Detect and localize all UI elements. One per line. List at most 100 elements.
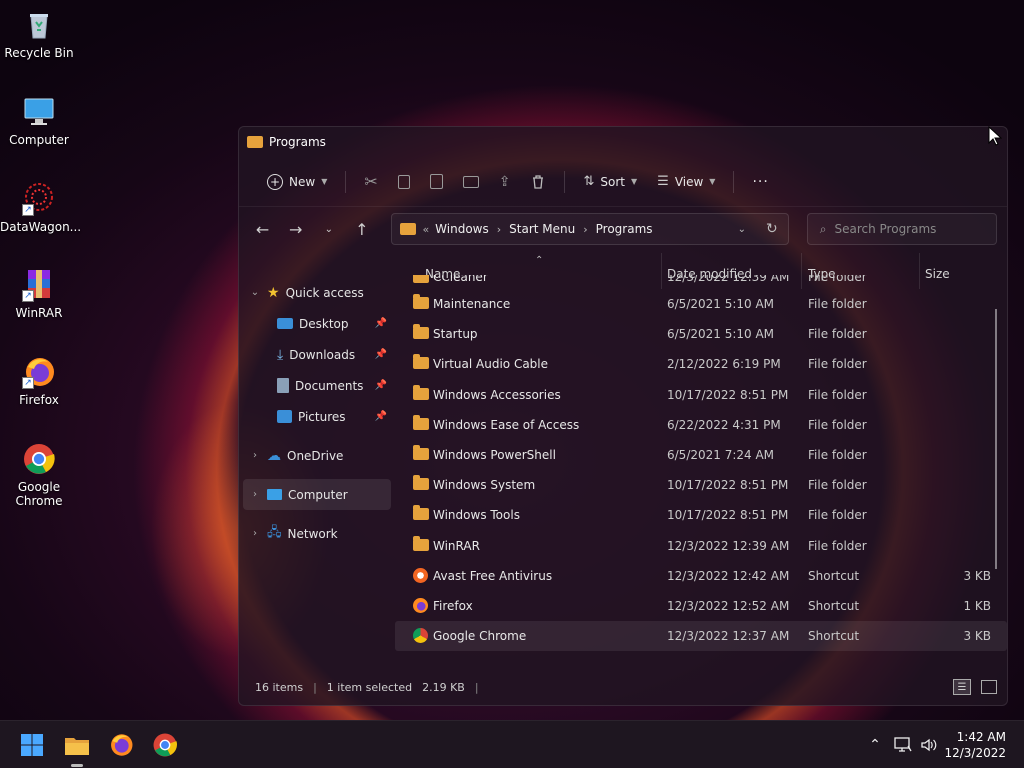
- details-view-button[interactable]: ☰: [953, 679, 971, 695]
- sidebar-item-computer[interactable]: › Computer: [243, 479, 391, 510]
- table-row[interactable]: Windows PowerShell 6/5/2021 7:24 AM File f…: [395, 440, 1007, 470]
- avast-icon: [413, 567, 428, 583]
- folder-icon: [413, 475, 429, 491]
- desktop-icon-recycle-bin[interactable]: Recycle Bin: [0, 8, 78, 60]
- paste-button[interactable]: [420, 166, 453, 198]
- taskbar-clock[interactable]: 1:42 AM 12/3/2022: [944, 729, 1006, 761]
- file-date: 6/5/2021 5:10 AM: [667, 327, 775, 342]
- taskbar-chrome[interactable]: [149, 729, 181, 761]
- volume-button[interactable]: [918, 729, 940, 761]
- taskbar-firefox[interactable]: [105, 729, 137, 761]
- mouse-cursor: [988, 126, 1002, 146]
- breadcrumb-programs[interactable]: Programs: [596, 222, 653, 236]
- up-button[interactable]: ↑: [348, 215, 375, 243]
- chevron-down-icon: ⌄: [324, 223, 333, 235]
- table-row[interactable]: Windows System 10/17/2022 8:51 PM File fol…: [395, 470, 1007, 500]
- file-explorer-window[interactable]: Programs + New ▼ ✂ ⇪ ⇅ Sort ▼ ☰ View ▼ ·…: [238, 126, 1008, 706]
- taskbar-file-explorer[interactable]: [61, 729, 93, 767]
- refresh-button[interactable]: ↻: [766, 221, 778, 237]
- address-dropdown-button[interactable]: ⌄: [738, 224, 746, 235]
- back-button[interactable]: ←: [249, 215, 276, 243]
- star-icon: ★: [267, 284, 280, 301]
- file-name: Virtual Audio Cable: [433, 357, 549, 372]
- arrow-left-icon: ←: [255, 219, 270, 239]
- title-bar[interactable]: Programs: [239, 127, 1007, 157]
- sidebar-label: Network: [287, 526, 338, 541]
- start-button[interactable]: [16, 729, 48, 761]
- file-date: 6/5/2021 5:10 AM: [667, 297, 775, 311]
- desktop-icon-winrar[interactable]: ↗ WinRAR: [0, 268, 78, 320]
- chevron-right-icon[interactable]: ›: [249, 489, 261, 500]
- sidebar-item-desktop[interactable]: Desktop 📌: [239, 308, 395, 339]
- table-row[interactable]: Maintenance 6/5/2021 5:10 AM File folder: [395, 289, 1007, 319]
- address-bar[interactable]: « Windows › Start Menu › Programs ⌄ ↻: [391, 213, 789, 245]
- desktop-icon-firefox[interactable]: ↗ Firefox: [0, 355, 78, 407]
- sidebar-item-documents[interactable]: Documents 📌: [239, 370, 395, 401]
- file-name: Maintenance: [433, 297, 511, 311]
- sort-button[interactable]: ⇅ Sort ▼: [573, 166, 647, 198]
- recent-locations-button[interactable]: ⌄: [315, 215, 342, 243]
- toolbar-divider: [564, 170, 566, 193]
- show-hidden-icons-button[interactable]: ⌃: [864, 729, 886, 761]
- table-row[interactable]: Startup 6/5/2021 5:10 AM File folder: [395, 319, 1007, 349]
- table-row[interactable]: CCleaner 12/3/2022 12:39 AM File folder: [395, 275, 1007, 289]
- search-input[interactable]: Search Programs: [834, 222, 936, 236]
- more-options-button[interactable]: ···: [742, 166, 778, 198]
- table-row[interactable]: Virtual Audio Cable 2/12/2022 6:19 PM File…: [395, 349, 1007, 379]
- sidebar-item-network[interactable]: › 🖧 Network: [239, 518, 395, 549]
- rename-button[interactable]: [453, 166, 489, 198]
- chevron-down-icon[interactable]: ⌄: [249, 287, 261, 298]
- view-button[interactable]: ☰ View ▼: [647, 166, 725, 198]
- desktop-icon-datawagon[interactable]: ↗ DataWagon...: [0, 182, 81, 234]
- network-status-button[interactable]: [892, 729, 914, 761]
- file-type: File folder: [808, 478, 867, 493]
- chevron-down-icon: ▼: [631, 177, 638, 186]
- table-row[interactable]: Google Chrome 12/3/2022 12:37 AM Shortcut 3…: [395, 621, 1007, 652]
- rename-icon: [462, 175, 479, 188]
- sidebar-item-pictures[interactable]: Pictures 📌: [239, 401, 395, 432]
- sidebar-item-quick-access[interactable]: ⌄ ★ Quick access: [239, 277, 395, 308]
- tiles-view-button[interactable]: [981, 680, 997, 694]
- file-size: 1 KB: [963, 598, 991, 613]
- table-row[interactable]: Windows Ease of Access 6/22/2022 4:31 PM F…: [395, 410, 1007, 440]
- chevron-right-icon[interactable]: ›: [249, 528, 261, 539]
- forward-button[interactable]: →: [282, 215, 309, 243]
- breadcrumb-windows[interactable]: Windows: [435, 222, 489, 236]
- folder-icon: [413, 384, 429, 400]
- sort-icon: ⇅: [583, 174, 595, 189]
- table-row[interactable]: Firefox 12/3/2022 12:52 AM Shortcut 1 KB: [395, 591, 1007, 621]
- file-date: 10/17/2022 8:51 PM: [667, 478, 789, 493]
- sidebar-item-onedrive[interactable]: › ☁ OneDrive: [239, 440, 395, 471]
- new-button[interactable]: + New ▼: [257, 166, 337, 198]
- file-name: Windows Tools: [433, 508, 520, 523]
- sidebar-label: Downloads: [289, 347, 356, 362]
- navigation-pane[interactable]: ⌄ ★ Quick access Desktop 📌 ⤓ Downloads 📌…: [239, 253, 395, 669]
- table-row[interactable]: Windows Accessories 10/17/2022 8:51 PM Fil…: [395, 380, 1007, 410]
- desktop-icon-chrome[interactable]: Google Chrome: [0, 442, 78, 508]
- vertical-scrollbar[interactable]: [995, 309, 997, 569]
- row-container: Maintenance 6/5/2021 5:10 AM File folder St…: [395, 289, 1007, 652]
- breadcrumb-start-menu[interactable]: Start Menu: [509, 222, 575, 236]
- chevron-right-icon[interactable]: ›: [249, 450, 261, 461]
- overflow-crumb[interactable]: «: [422, 223, 429, 236]
- table-row[interactable]: Windows Tools 10/17/2022 8:51 PM File fold…: [395, 500, 1007, 530]
- search-box[interactable]: ⌕ Search Programs: [806, 213, 997, 245]
- new-button-label: New: [289, 174, 316, 189]
- file-date: 12/3/2022 12:37 AM: [667, 629, 790, 644]
- copy-button[interactable]: [388, 166, 420, 198]
- delete-button[interactable]: [520, 166, 556, 198]
- file-name: Firefox: [433, 598, 473, 613]
- table-row[interactable]: WinRAR 12/3/2022 12:39 AM File folder: [395, 531, 1007, 561]
- desktop-icon-computer[interactable]: Computer: [0, 95, 78, 147]
- file-type: Shortcut: [808, 598, 860, 613]
- pictures-icon: [277, 410, 292, 423]
- winrar-icon: ↗: [22, 268, 56, 302]
- file-list[interactable]: ⌃ Name Date modified Type Size CCleaner …: [395, 253, 1007, 669]
- sidebar-label: Computer: [288, 487, 348, 502]
- desktop-icon-label: WinRAR: [15, 306, 63, 320]
- share-button[interactable]: ⇪: [489, 166, 521, 198]
- cut-button[interactable]: ✂: [354, 166, 387, 198]
- table-row[interactable]: Avast Free Antivirus 12/3/2022 12:42 AM Sh…: [395, 561, 1007, 591]
- sidebar-item-downloads[interactable]: ⤓ Downloads 📌: [239, 339, 395, 370]
- command-bar: + New ▼ ✂ ⇪ ⇅ Sort ▼ ☰ View ▼ ···: [239, 157, 1007, 207]
